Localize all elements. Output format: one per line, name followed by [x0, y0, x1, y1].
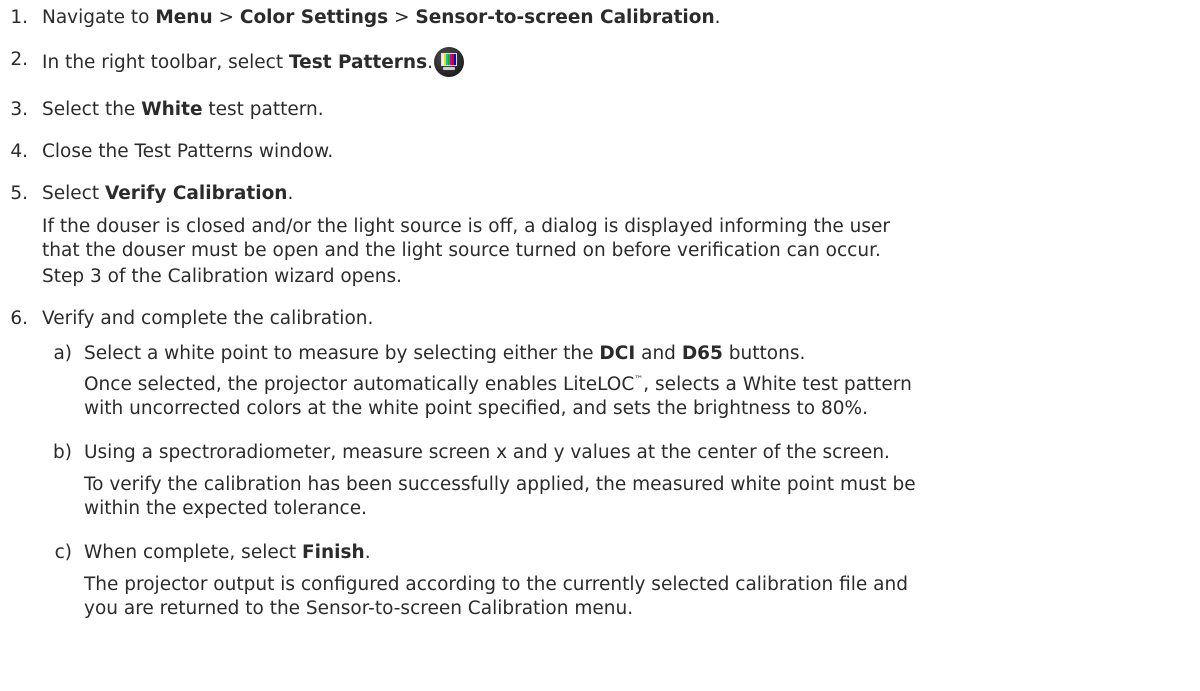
- substep-c-note-line-1: The projector output is configured accor…: [84, 574, 908, 595]
- step-5-note-line-1: If the douser is closed and/or the light…: [42, 216, 891, 237]
- step-3: 3. Select the White test pattern.: [0, 97, 1200, 122]
- substep-a-note-line-1: Once selected, the projector automatical…: [84, 374, 912, 395]
- menu-path-menu: Menu: [155, 7, 213, 28]
- substep-b: b) Using a spectroradiometer, measure sc…: [42, 440, 1200, 465]
- step-number: 2.: [10, 49, 28, 70]
- step-text: Select Verify Calibration.: [42, 183, 294, 204]
- step-number: 4.: [10, 141, 28, 162]
- test-patterns-icon: [433, 47, 464, 77]
- step-5: 5. Select Verify Calibration.: [0, 181, 1200, 206]
- step-text: Close the Test Patterns window.: [42, 141, 334, 162]
- step-1: 1. Navigate to Menu > Color Settings > S…: [0, 5, 1200, 30]
- step-number: 3.: [10, 99, 28, 120]
- substep-text: When complete, select Finish.: [84, 542, 371, 563]
- substep-b-note-line-2: within the expected tolerance.: [84, 498, 367, 519]
- substep-letter: a): [53, 343, 72, 364]
- white-pattern-label: White: [141, 99, 203, 120]
- step-text: In the right toolbar, select Test Patter…: [42, 47, 464, 77]
- trademark-symbol: ™: [634, 375, 644, 385]
- step-5-result: Step 3 of the Calibration wizard opens.: [42, 266, 403, 287]
- step-number: 1.: [10, 7, 28, 28]
- substep-text: Select a white point to measure by selec…: [84, 343, 806, 364]
- step-text: Select the White test pattern.: [42, 99, 324, 120]
- substep-c-note-line-2: you are returned to the Sensor-to-screen…: [84, 598, 634, 619]
- color-bar: [453, 54, 456, 65]
- step-2: 2. In the right toolbar, select Test Pat…: [0, 47, 1200, 79]
- d65-label: D65: [681, 343, 723, 364]
- menu-path-sensor-to-screen: Sensor-to-screen Calibration: [415, 7, 715, 28]
- step-5-note-line-2: that the douser must be open and the lig…: [42, 240, 881, 261]
- step-text: Verify and complete the calibration.: [42, 308, 374, 329]
- step-text: Navigate to Menu > Color Settings > Sens…: [42, 7, 721, 28]
- substep-c: c) When complete, select Finish.: [42, 540, 1200, 565]
- menu-path-color-settings: Color Settings: [239, 7, 389, 28]
- test-patterns-label: Test Patterns: [288, 52, 428, 73]
- substep-a-note-line-2: with uncorrected colors at the white poi…: [84, 398, 868, 419]
- dci-label: DCI: [599, 343, 636, 364]
- procedure-document: 1. Navigate to Menu > Color Settings > S…: [0, 0, 1200, 691]
- substep-letter: c): [54, 542, 72, 563]
- verify-calibration-label: Verify Calibration: [104, 183, 288, 204]
- step-4: 4. Close the Test Patterns window.: [0, 139, 1200, 164]
- step-number: 5.: [10, 183, 28, 204]
- substep-a: a) Select a white point to measure by se…: [42, 341, 1200, 366]
- substep-text: Using a spectroradiometer, measure scree…: [84, 442, 890, 463]
- substep-letter: b): [53, 442, 72, 463]
- finish-label: Finish: [302, 542, 365, 563]
- step-6: 6. Verify and complete the calibration.: [0, 306, 1200, 331]
- substep-b-note-line-1: To verify the calibration has been succe…: [84, 474, 916, 495]
- step-number: 6.: [10, 308, 28, 329]
